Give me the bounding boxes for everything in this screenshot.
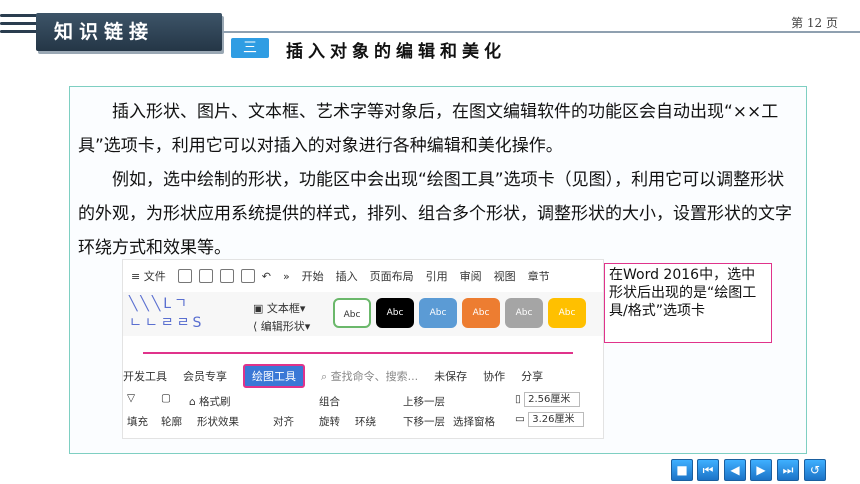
rotate-button: 旋转 (319, 416, 340, 428)
fill-icon: ▽ (127, 392, 136, 404)
style-swatch: Abc (462, 298, 500, 328)
undo-icon: ↶ (261, 269, 271, 283)
section-title: 知识链接 (36, 13, 222, 51)
outline-icon: ▢ (161, 392, 171, 404)
header-rule (222, 31, 860, 33)
menu-lines-icon (0, 14, 40, 44)
unsaved-status: 未保存 (434, 370, 468, 383)
nav-first-icon[interactable]: ⏮ (697, 459, 719, 481)
textbox-button: ▣ 文本框▾ (253, 302, 306, 315)
nav-return-icon[interactable]: ↺ (804, 459, 826, 481)
menu-bar: ≡ 文件 ↶ » 开始 插入 页面布局 引用 审阅 视图 章节 (123, 262, 603, 290)
style-swatch: Abc (505, 298, 543, 328)
menu-section: 章节 (527, 270, 550, 283)
align-button: 对齐 (273, 416, 294, 428)
selection-pane-button: 选择窗格 (453, 416, 495, 428)
print-icon (219, 269, 234, 283)
style-swatch: Abc (376, 298, 414, 328)
tab-developer: 开发工具 (123, 370, 167, 383)
height-field: ▯ 2.56厘米 (515, 392, 581, 407)
style-swatch: Abc (419, 298, 457, 328)
menu-file: ≡ 文件 (131, 270, 166, 283)
send-backward-button: 下移一层 (403, 416, 445, 428)
width-field: ▭ 3.26厘米 (515, 412, 585, 427)
menu-layout: 页面布局 (369, 270, 414, 283)
shape-styles: Abc Abc Abc Abc Abc Abc (333, 298, 591, 328)
nav-stop-icon[interactable]: ■ (671, 459, 693, 481)
search-command: ⌕ 查找命令、搜索... (321, 370, 419, 383)
drawing-tools-ribbon: ▽ ▢ ⌂ 格式刷 填充 轮廓 形状效果 对齐 组合 旋转 环绕 上移一层 下移… (123, 390, 603, 438)
edit-shape-button: ⟨ 编辑形状▾ (253, 320, 311, 333)
subsection-badge: 三 (231, 38, 269, 58)
nav-next-icon[interactable]: ▶ (750, 459, 772, 481)
shape-effect-button: 形状效果 (197, 416, 239, 428)
paragraph-1: 插入形状、图片、文本框、艺术字等对象后，在图文编辑软件的功能区会自动出现“××工… (78, 102, 779, 156)
style-swatch: Abc (333, 298, 371, 328)
paragraph-2: 例如，选中绘制的形状，功能区中会出现“绘图工具”选项卡（见图），利用它可以调整形… (78, 170, 792, 258)
collab-button: 协作 (483, 370, 506, 383)
tab-member: 会员专享 (183, 370, 227, 383)
nav-last-icon[interactable]: ⏭ (777, 459, 799, 481)
format-brush: ⌂ 格式刷 (189, 396, 231, 408)
menu-insert: 插入 (335, 270, 358, 283)
style-swatch: Abc (548, 298, 586, 328)
callout-connector (143, 352, 573, 354)
preview-icon (240, 269, 255, 283)
export-icon (198, 269, 213, 283)
share-button: 分享 (521, 370, 544, 383)
ribbon-tabs: 开发工具 会员专享 绘图工具 ⌕ 查找命令、搜索... 未保存 协作 分享 (123, 364, 603, 388)
more-icon: » (282, 269, 290, 283)
bring-forward-button: 上移一层 (403, 396, 445, 408)
save-icon (177, 269, 192, 283)
shape-gallery: ╲╲╲Lㄱ ㄴㄴㄹㄹS (129, 296, 205, 331)
menu-home: 开始 (301, 270, 324, 283)
menu-view: 视图 (493, 270, 516, 283)
fill-button: 填充 (127, 416, 148, 428)
content-box: 插入形状、图片、文本框、艺术字等对象后，在图文编辑软件的功能区会自动出现“××工… (69, 86, 807, 454)
nav-prev-icon[interactable]: ◀ (724, 459, 746, 481)
ribbon-screenshot: ≡ 文件 ↶ » 开始 插入 页面布局 引用 审阅 视图 章节 ╲╲╲Lㄱ ㄴㄴㄹ… (122, 259, 604, 439)
wrap-button: 环绕 (355, 416, 376, 428)
page-number: 第 12 页 (791, 16, 838, 30)
group-button: 组合 (319, 396, 340, 408)
outline-button: 轮廓 (161, 416, 182, 428)
subsection-title: 插入对象的编辑和美化 (286, 42, 506, 62)
callout-note: 在Word 2016中，选中形状后出现的是“绘图工具/格式”选项卡 (604, 263, 772, 343)
menu-reference: 引用 (425, 270, 448, 283)
tab-drawing-tools: 绘图工具 (243, 364, 305, 388)
menu-review: 审阅 (459, 270, 482, 283)
